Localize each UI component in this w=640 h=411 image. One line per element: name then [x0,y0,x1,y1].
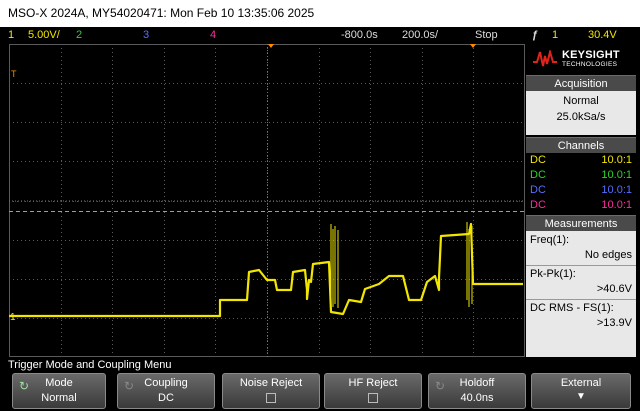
logo-sub: TECHNOLOGIES [562,61,618,68]
measurements-panel: Freq(1): No edges Pk-Pk(1): >40.6V DC RM… [526,231,636,357]
logo-brand: KEYSIGHT [562,49,620,61]
coupling-label: Coupling [144,377,188,389]
holdoff-softkey[interactable]: ↻ Holdoff 40.0ns [428,373,526,409]
noise-reject-softkey[interactable]: Noise Reject [222,373,320,409]
pkpk-value: >40.6V [530,282,632,297]
trigger-source[interactable]: 1 [552,27,558,43]
freq-value-text: No edges [584,249,632,261]
hf-reject-label: HF Reject [348,377,398,389]
freq-label-text: Freq(1): [530,234,570,246]
holdoff-label: Holdoff [459,377,495,389]
ch2-probe: 10.0:1 [601,169,632,181]
noise-reject-checkbox[interactable] [266,393,276,403]
holdoff-value: 40.0ns [460,392,494,404]
noise-reject-label: Noise Reject [239,377,303,389]
dcrms-value-text: >13.9V [596,317,632,329]
ch2-coupling: DC [530,169,546,181]
ch3-number[interactable]: 3 [143,27,149,43]
ch4-coupling: DC [530,199,546,211]
dcrms-label-text: DC RMS - FS(1): [530,302,614,314]
channel-row-2[interactable]: DC 10.0:1 [530,168,632,183]
window-title: MSO-X 2024A, MY54020471: Mon Feb 10 13:3… [0,0,640,27]
mode-softkey[interactable]: ↻ Mode Normal [12,373,106,409]
acquisition-panel: Normal 25.0kSa/s [526,91,636,135]
acquisition-rate: 25.0kSa/s [556,111,606,123]
dcrms-value: >13.9V [530,316,632,331]
trigger-level[interactable]: 30.4V [588,27,617,43]
waveform-display[interactable]: 1T [9,44,525,357]
hf-reject-softkey[interactable]: HF Reject [324,373,422,409]
pkpk-label: Pk-Pk(1): [530,267,632,282]
arrow-down-icon: ▼ [576,391,586,402]
ch1-number[interactable]: 1 [8,27,14,43]
acquisition-mode: Normal [563,95,599,107]
trigger-position-marker-2 [470,44,476,48]
mode-label: Mode [45,377,73,389]
freq-value: No edges [530,248,632,263]
ch4-probe: 10.0:1 [601,199,632,211]
ch3-probe: 10.0:1 [601,184,632,196]
pkpk-label-text: Pk-Pk(1): [530,268,576,280]
ch1-coupling: DC [530,154,546,166]
measurements-header[interactable]: Measurements [526,215,636,231]
coupling-softkey[interactable]: ↻ Coupling DC [117,373,215,409]
ch2-number[interactable]: 2 [76,27,82,43]
side-panel: KEYSIGHT TECHNOLOGIES Acquisition Normal… [526,44,636,357]
channel-row-3[interactable]: DC 10.0:1 [530,183,632,198]
time-scale[interactable]: 200.0s/ [402,27,438,43]
channels-panel: DC 10.0:1 DC 10.0:1 DC 10.0:1 DC 10.0:1 [526,153,636,215]
channel-row-4[interactable]: DC 10.0:1 [530,198,632,213]
trigger-edge-icon: ƒ [532,29,539,41]
ch1-trace [9,222,523,318]
time-offset[interactable]: -800.0s [341,27,378,43]
ch3-coupling: DC [530,184,546,196]
mode-value: Normal [41,392,77,404]
keysight-wave-icon [533,50,557,67]
trigger-position-marker [268,44,274,48]
trigger-marker: T [11,69,17,79]
ch4-number[interactable]: 4 [210,27,216,43]
status-bar: 1 5.00V/ 2 3 4 -800.0s 200.0s/ Stop ƒ 1 … [0,27,640,43]
channel-row-1[interactable]: DC 10.0:1 [530,153,632,168]
ch1-probe: 10.0:1 [601,154,632,166]
channels-header[interactable]: Channels [526,137,636,153]
menu-label: Trigger Mode and Coupling Menu [8,359,172,371]
softkey-bar: ↻ Mode Normal ↻ Coupling DC Noise Reject… [0,373,640,411]
hf-reject-checkbox[interactable] [368,393,378,403]
coupling-value: DC [158,392,174,404]
ch1-scale[interactable]: 5.00V/ [28,27,60,43]
acquisition-header[interactable]: Acquisition [526,75,636,91]
run-state[interactable]: Stop [475,27,498,43]
pkpk-value-text: >40.6V [596,283,632,295]
external-softkey[interactable]: External ▼ [531,373,631,409]
external-label: External [560,377,602,389]
ch1-ground-marker: 1 [10,312,16,323]
waveform-grid: 1T [9,44,525,357]
freq-label: Freq(1): [530,233,632,248]
dcrms-label: DC RMS - FS(1): [530,301,632,316]
keysight-logo: KEYSIGHT TECHNOLOGIES [526,44,636,74]
